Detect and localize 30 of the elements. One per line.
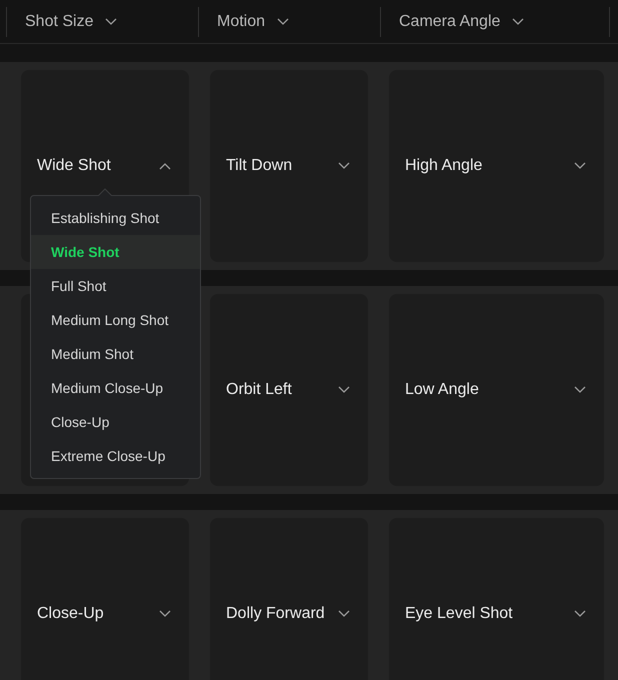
menu-item[interactable]: Close-Up xyxy=(31,405,200,439)
filter-dropdown[interactable]: Motion xyxy=(217,10,290,34)
shot-select[interactable]: Tilt Down xyxy=(210,151,368,181)
chevron-down-icon xyxy=(277,18,290,26)
shot-select[interactable]: Close-Up xyxy=(21,599,189,629)
shot-select[interactable]: Orbit Left xyxy=(210,375,368,405)
menu-item[interactable]: Medium Long Shot xyxy=(31,303,200,337)
shot-select[interactable]: High Angle xyxy=(389,151,604,181)
chevron-down-icon xyxy=(338,610,350,618)
menu-item[interactable]: Full Shot xyxy=(31,269,200,303)
chevron-down-icon xyxy=(159,610,171,618)
menu-item[interactable]: Wide Shot xyxy=(31,235,200,269)
shot-select[interactable]: Wide Shot xyxy=(21,151,189,181)
chevron-down-icon xyxy=(512,18,524,26)
menu-item[interactable]: Medium Close-Up xyxy=(31,371,200,405)
shot-select[interactable]: Eye Level Shot xyxy=(389,599,604,629)
filter-dropdown[interactable]: Camera Angle xyxy=(399,10,524,34)
chevron-down-icon xyxy=(338,162,350,170)
chevron-down-icon xyxy=(574,610,586,618)
chevron-up-icon xyxy=(159,162,171,170)
shot-select[interactable]: Low Angle xyxy=(389,375,604,405)
chevron-down-icon xyxy=(105,18,118,26)
chevron-down-icon xyxy=(574,162,586,170)
filter-dropdown[interactable]: Shot Size xyxy=(25,10,118,34)
menu-item[interactable]: Establishing Shot xyxy=(31,201,200,235)
menu-item[interactable]: Medium Shot xyxy=(31,337,200,371)
chevron-down-icon xyxy=(574,386,586,394)
chevron-down-icon xyxy=(338,386,350,394)
menu-item[interactable]: Extreme Close-Up xyxy=(31,439,200,473)
shot-select[interactable]: Dolly Forward xyxy=(210,599,368,629)
